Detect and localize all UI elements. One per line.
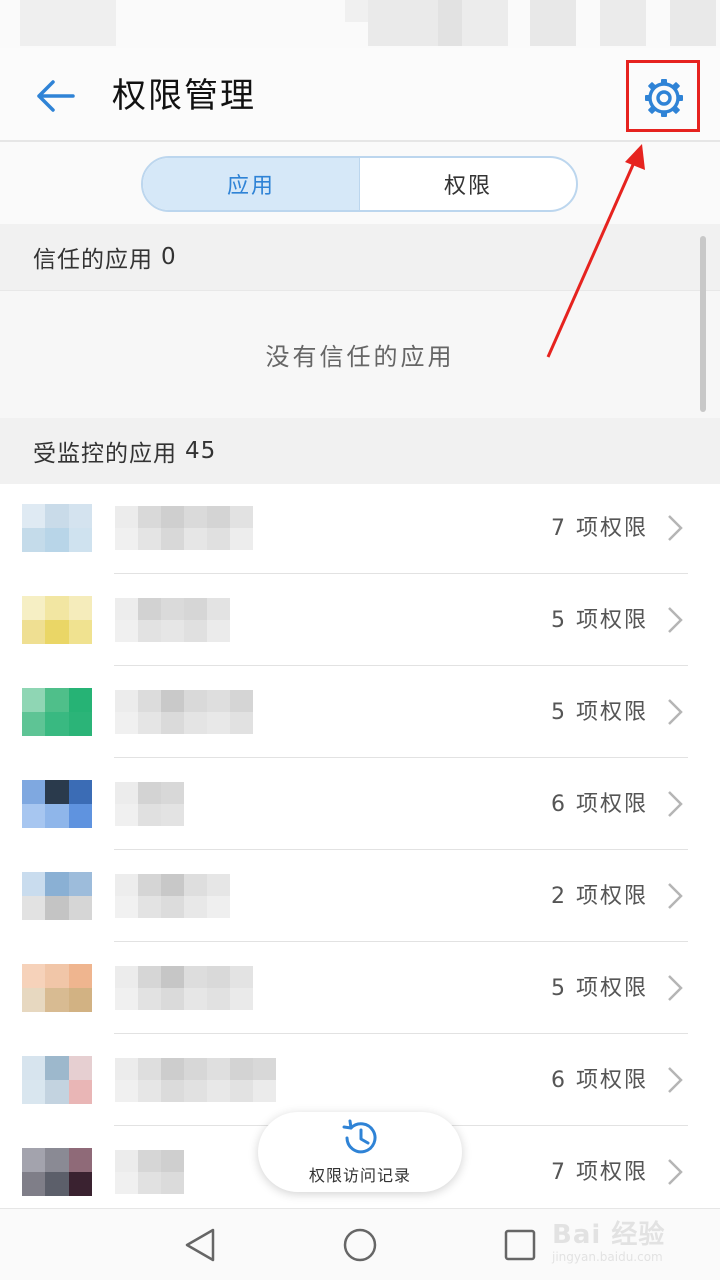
tab-apps[interactable]: 应用 <box>143 158 360 210</box>
arrow-left-icon <box>37 80 75 112</box>
permission-count: 7 项权限 <box>551 1160 648 1185</box>
permission-count: 6 项权限 <box>551 792 648 817</box>
access-record-button[interactable]: 权限访问记录 <box>258 1112 462 1192</box>
monitored-apps-label: 受监控的应用 <box>33 441 177 467</box>
app-row[interactable]: 5 项权限 <box>0 942 720 1034</box>
chevron-right-icon <box>668 607 683 633</box>
back-button[interactable] <box>30 74 80 118</box>
settings-button[interactable] <box>640 74 688 122</box>
segmented-control: 应用 权限 <box>141 156 578 212</box>
nav-recent-button[interactable] <box>500 1225 540 1265</box>
permission-count: 6 项权限 <box>551 1068 648 1093</box>
tabs-area: 应用 权限 <box>0 142 720 224</box>
triangle-back-icon <box>185 1228 215 1262</box>
permission-count: 5 项权限 <box>551 976 648 1001</box>
title-bar: 权限管理 <box>0 48 720 142</box>
watermark-url: jingyan.baidu.com <box>552 1250 663 1264</box>
permission-count: 7 项权限 <box>551 516 648 541</box>
app-name-redacted <box>115 782 184 826</box>
app-name-redacted <box>115 690 253 734</box>
chevron-right-icon <box>668 699 683 725</box>
app-icon <box>22 872 92 920</box>
permission-count: 2 项权限 <box>551 884 648 909</box>
square-recent-icon <box>504 1229 536 1261</box>
trusted-apps-label: 信任的应用 <box>33 247 153 273</box>
permission-count: 5 项权限 <box>551 608 648 633</box>
empty-message: 没有信任的应用 <box>265 343 455 371</box>
app-row[interactable]: 6 项权限 <box>0 758 720 850</box>
watermark: Bai 经验 jingyan.baidu.com <box>552 1214 682 1270</box>
app-row[interactable]: 7 项权限 <box>0 482 720 574</box>
app-name-redacted <box>115 506 253 550</box>
app-row[interactable]: 2 项权限 <box>0 850 720 942</box>
status-bar <box>0 0 720 48</box>
app-name-redacted <box>115 874 230 918</box>
chevron-right-icon <box>668 1067 683 1093</box>
app-name-redacted <box>115 598 230 642</box>
watermark-brand: Bai 经验 <box>552 1220 666 1250</box>
app-icon <box>22 504 92 552</box>
app-row[interactable]: 5 项权限 <box>0 574 720 666</box>
monitored-apps-count: 45 <box>185 438 217 464</box>
app-icon <box>22 780 92 828</box>
app-name-redacted <box>115 966 253 1010</box>
chevron-right-icon <box>668 791 683 817</box>
nav-home-button[interactable] <box>340 1225 380 1265</box>
app-icon <box>22 688 92 736</box>
scrollbar-thumb[interactable] <box>700 236 706 412</box>
permission-count: 5 项权限 <box>551 700 648 725</box>
access-record-label: 权限访问记录 <box>308 1166 411 1185</box>
page-title: 权限管理 <box>112 76 256 116</box>
gear-icon <box>645 79 683 117</box>
app-row[interactable]: 5 项权限 <box>0 666 720 758</box>
app-icon <box>22 1056 92 1104</box>
nav-back-button[interactable] <box>180 1225 220 1265</box>
chevron-right-icon <box>668 1159 683 1185</box>
tab-permissions[interactable]: 权限 <box>360 158 576 210</box>
app-icon <box>22 596 92 644</box>
trusted-apps-count: 0 <box>161 244 177 270</box>
circle-home-icon <box>343 1228 377 1262</box>
trusted-apps-empty: 没有信任的应用 <box>0 290 720 418</box>
chevron-right-icon <box>668 515 683 541</box>
history-clock-icon <box>342 1119 377 1154</box>
chevron-right-icon <box>668 883 683 909</box>
monitored-apps-header: 受监控的应用 45 <box>0 418 720 484</box>
app-icon <box>22 964 92 1012</box>
chevron-right-icon <box>668 975 683 1001</box>
app-name-redacted <box>115 1150 184 1194</box>
app-icon <box>22 1148 92 1196</box>
app-name-redacted <box>115 1058 276 1102</box>
trusted-apps-header: 信任的应用 0 <box>0 224 720 290</box>
